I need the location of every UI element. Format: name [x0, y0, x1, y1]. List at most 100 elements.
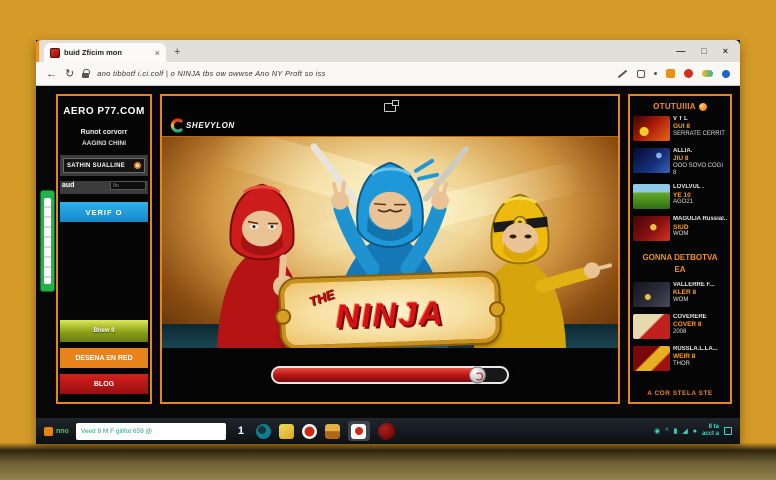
tab-strip: buid Zficim mon × + — □ × [36, 40, 740, 62]
extension-blue-icon[interactable] [722, 70, 730, 78]
toolbar-right-icons [617, 69, 730, 78]
developer-logo-icon [170, 118, 183, 133]
menu-dot-icon[interactable] [654, 72, 657, 75]
taskbar-count: 1 [238, 425, 244, 437]
game-scene[interactable]: THE NINJA [162, 136, 618, 348]
back-button[interactable]: ← [46, 68, 57, 80]
game-item-line3: WOM [673, 231, 727, 238]
game-item-line3: WOM [673, 297, 727, 304]
game-list-item[interactable]: VALLERRE F...KLER 8WOM [633, 282, 727, 307]
server-select-value: SATHIN SUALLINE [67, 163, 125, 169]
promo-button[interactable]: Bnew 8 [60, 320, 148, 342]
notification-icon[interactable] [724, 427, 732, 435]
volume-icon[interactable]: ● [693, 428, 697, 435]
game-item-line2: JIU 8 [673, 155, 727, 163]
game-item-line1: VALLERRE F... [673, 282, 727, 289]
game-thumbnail [633, 314, 670, 339]
fullscreen-icon[interactable] [384, 103, 396, 112]
tab-title: buid Zficim mon [64, 48, 122, 57]
aud-input[interactable]: 8n [110, 181, 146, 190]
app-active-icon[interactable] [348, 421, 370, 441]
app-darkred-icon[interactable] [378, 423, 395, 440]
maximize-button[interactable]: □ [701, 46, 706, 56]
progress-knob-icon [469, 367, 486, 384]
minimize-button[interactable]: — [676, 46, 685, 56]
start-label: nno [56, 428, 69, 435]
game-item-line3: 2008 [673, 329, 727, 336]
game-item-line3: THOR [673, 361, 727, 368]
battery-icon[interactable]: ▮ [674, 428, 678, 435]
reload-button[interactable]: ↻ [65, 67, 74, 80]
progress-fill [273, 368, 479, 382]
blog-button[interactable]: BLOG [60, 374, 148, 394]
tab-favicon-icon [50, 48, 60, 58]
game-item-line1: LOVLVUL . [673, 184, 727, 191]
app-red-icon[interactable] [302, 424, 317, 439]
game-item-line2: GUI 8 [673, 123, 727, 131]
right-sidebar: OTUTUIIIA V T LGUI 8SERRATE CERRIT ALLIA… [628, 94, 732, 404]
game-list-item[interactable]: RUSSLA.L.LA...WEIR 8THOR [633, 346, 727, 371]
verify-button[interactable]: VERIF O [60, 202, 148, 222]
start-button[interactable]: nno [44, 427, 69, 436]
game-thumbnail [633, 148, 670, 173]
browser-toolbar: ← ↻ ano tibbotf i.ci.colf | o NINJA tbs … [36, 62, 740, 86]
aud-label: aud [62, 182, 74, 189]
game-item-line2: KLER 8 [673, 289, 727, 297]
app-teal-icon[interactable] [256, 424, 271, 439]
taskbar-search-input[interactable]: Veed 8 M F gillfot 659 @ [76, 423, 226, 440]
game-list-item[interactable]: ALLIA.JIU 8OOO SOVO COGI 8 [633, 148, 727, 177]
tab-close-icon[interactable]: × [155, 48, 160, 58]
new-tab-button[interactable]: + [174, 46, 180, 58]
close-button[interactable]: × [723, 46, 728, 56]
taskbar: nno Veed 8 M F gillfot 659 @ 1 ◉ ^ ▮ ◢ ●… [36, 418, 740, 444]
page-content: AERO P77.COM Runot corvorr AAGIN3 CHINI … [36, 86, 740, 418]
game-list-item[interactable]: V T LGUI 8SERRATE CERRIT [633, 116, 727, 141]
game-title-the: THE [307, 286, 337, 309]
game-list-item[interactable]: COVERERECOVER 82008 [633, 314, 727, 339]
developer-logo: SHEVYLON [170, 118, 235, 133]
games-list-header-2: GONNA DETBOTVA EA [633, 252, 727, 274]
server-select[interactable]: SATHIN SUALLINE [63, 158, 145, 173]
address-bar[interactable]: ano tibbotf i.ci.colf | o NINJA tbs ow o… [97, 69, 325, 78]
extension-orange-icon[interactable] [666, 69, 675, 78]
network-button[interactable]: DESENA EN RED [60, 348, 148, 368]
browser-tab[interactable]: buid Zficim mon × [44, 43, 166, 62]
extension-red-icon[interactable] [684, 69, 693, 78]
site-tagline-1: Runot corvorr [81, 127, 128, 138]
game-item-line1: ALLIA. [673, 148, 727, 155]
game-item-line1: MAGULIA Russial... [673, 216, 727, 223]
game-top-bar: SHEVYLON [162, 96, 618, 136]
feedback-tab-label-strip [44, 198, 51, 284]
clock-date: acct a [702, 431, 719, 439]
game-item-line1: COVERERE [673, 314, 727, 321]
game-item-line2: COVER 8 [673, 321, 727, 329]
tray-circle-icon[interactable]: ◉ [654, 428, 660, 435]
game-list-item[interactable]: LOVLVUL .YE 10AGO21 [633, 184, 727, 209]
game-bottom-bar [162, 348, 618, 402]
bookmark-icon[interactable] [637, 70, 645, 78]
feedback-side-tab[interactable] [40, 190, 55, 292]
app-yellow-icon[interactable] [279, 424, 294, 439]
game-item-line2: SIUD [673, 224, 727, 232]
aud-row: aud 8n [60, 181, 148, 194]
start-icon [44, 427, 53, 436]
taskbar-app-icons [256, 421, 395, 441]
site-logo: AERO P77.COM [63, 106, 145, 117]
sidebar-footer-link[interactable]: A COR STELA STE [633, 387, 727, 398]
game-thumbnail [633, 116, 670, 141]
header-dot-icon [699, 103, 707, 111]
left-sidebar: AERO P77.COM Runot corvorr AAGIN3 CHINI … [56, 94, 152, 404]
game-item-line2: WEIR 8 [673, 353, 727, 361]
game-thumbnail [633, 184, 670, 209]
game-item-line3: OOO SOVO COGI 8 [673, 163, 727, 177]
system-tray: ◉ ^ ▮ ◢ ● 8 ta acct a [654, 424, 732, 439]
extension-multicolor-icon[interactable] [702, 70, 713, 77]
taskbar-clock[interactable]: 8 ta acct a [702, 424, 719, 439]
wifi-icon[interactable]: ◢ [682, 428, 687, 435]
game-thumbnail [633, 282, 670, 307]
game-list-item[interactable]: MAGULIA Russial...SIUDWOM [633, 216, 727, 241]
app-orange-icon[interactable] [325, 424, 340, 439]
game-thumbnail [633, 346, 670, 371]
tray-caret-icon[interactable]: ^ [665, 428, 668, 435]
edit-icon[interactable] [618, 69, 628, 78]
